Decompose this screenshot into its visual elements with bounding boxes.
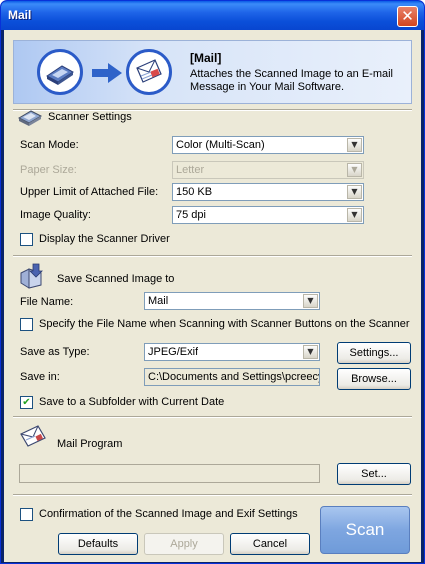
chevron-down-icon[interactable]: ▼: [347, 138, 362, 152]
chevron-down-icon[interactable]: ▼: [303, 294, 318, 308]
cancel-button[interactable]: Cancel: [230, 533, 310, 555]
separator: [13, 255, 412, 257]
confirmation-label[interactable]: Confirmation of the Scanned Image and Ex…: [39, 508, 298, 520]
close-button[interactable]: ✕: [397, 6, 418, 27]
scanner-circle-icon: [37, 49, 83, 95]
defaults-button[interactable]: Defaults: [58, 533, 138, 555]
confirmation-checkbox[interactable]: [20, 508, 33, 521]
save-in-path-value: C:\Documents and Settings\pcreecy\: [148, 371, 320, 383]
apply-button[interactable]: Apply: [144, 533, 224, 555]
paper-size-label: Paper Size:: [20, 164, 77, 176]
separator: [13, 494, 412, 496]
scanner-icon: [17, 110, 43, 126]
save-as-type-label: Save as Type:: [20, 346, 90, 358]
specify-name-checkbox[interactable]: [20, 318, 33, 331]
file-name-value: Mail: [148, 295, 169, 307]
display-driver-checkbox[interactable]: [20, 233, 33, 246]
subfolder-checkbox[interactable]: ✔: [20, 396, 33, 409]
save-as-type-dropdown[interactable]: JPEG/Exif ▼: [144, 343, 320, 361]
separator: [13, 416, 412, 418]
dialog-client-area: [Mail] Attaches the Scanned Image to an …: [4, 30, 421, 562]
save-in-path-field[interactable]: C:\Documents and Settings\pcreecy\: [144, 368, 320, 386]
save-as-type-value: JPEG/Exif: [148, 346, 199, 358]
image-quality-dropdown[interactable]: 75 dpi ▼: [172, 206, 364, 224]
banner-title: [Mail]: [190, 51, 222, 65]
set-button[interactable]: Set...: [337, 463, 411, 485]
arrow-right-icon: [92, 63, 122, 83]
mail-program-heading: Mail Program: [57, 438, 123, 450]
mail-circle-icon: [126, 49, 172, 95]
paper-size-dropdown[interactable]: Letter ▼: [172, 161, 364, 179]
specify-name-label[interactable]: Specify the File Name when Scanning with…: [39, 318, 410, 330]
file-name-combobox[interactable]: Mail ▼: [144, 292, 320, 310]
display-driver-label[interactable]: Display the Scanner Driver: [39, 233, 170, 245]
subfolder-label[interactable]: Save to a Subfolder with Current Date: [39, 396, 224, 408]
banner-description: Attaches the Scanned Image to an E-mail …: [190, 68, 394, 93]
scan-mode-label: Scan Mode:: [20, 139, 79, 151]
mail-program-field[interactable]: [19, 464, 320, 483]
folder-save-icon: [20, 263, 43, 289]
scan-mode-value: Color (Multi-Scan): [176, 139, 265, 151]
mail-program-icon: [20, 425, 46, 447]
mail-dialog-window: Mail ✕ [Mail] Attaches the Scanned Image…: [0, 0, 425, 564]
scanner-settings-heading: Scanner Settings: [48, 111, 132, 123]
save-heading: Save Scanned Image to: [57, 273, 175, 285]
image-quality-label: Image Quality:: [20, 209, 91, 221]
chevron-down-icon[interactable]: ▼: [347, 185, 362, 199]
settings-button[interactable]: Settings...: [337, 342, 411, 364]
chevron-down-icon[interactable]: ▼: [303, 345, 318, 359]
file-name-label: File Name:: [20, 296, 74, 308]
scan-mode-dropdown[interactable]: Color (Multi-Scan) ▼: [172, 136, 364, 154]
paper-size-value: Letter: [176, 164, 205, 176]
image-quality-value: 75 dpi: [176, 209, 206, 221]
chevron-down-icon[interactable]: ▼: [347, 163, 362, 177]
scan-button[interactable]: Scan: [320, 506, 410, 554]
browse-button[interactable]: Browse...: [337, 368, 411, 390]
save-in-label: Save in:: [20, 371, 60, 383]
upper-limit-value: 150 KB: [176, 186, 213, 198]
chevron-down-icon[interactable]: ▼: [347, 208, 362, 222]
info-banner: [Mail] Attaches the Scanned Image to an …: [13, 40, 412, 104]
window-title: Mail: [8, 8, 32, 22]
upper-limit-dropdown[interactable]: 150 KB ▼: [172, 183, 364, 201]
upper-limit-label: Upper Limit of Attached File:: [20, 186, 159, 198]
title-bar[interactable]: Mail ✕: [1, 1, 424, 30]
